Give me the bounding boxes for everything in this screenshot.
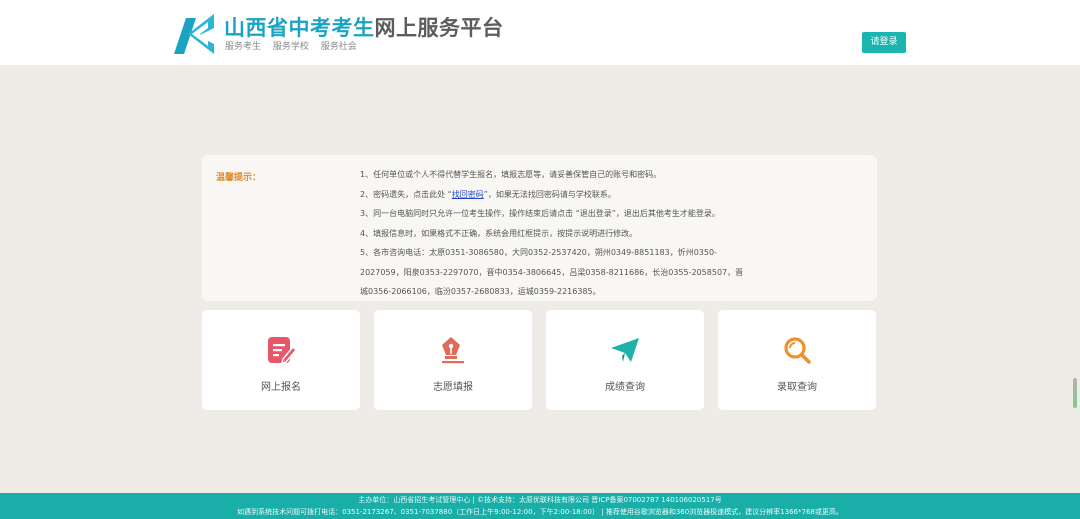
header: 山西省中考考生网上服务平台 服务考生 服务学校 服务社会 请登录 [0, 0, 1080, 65]
scrollbar-thumb[interactable] [1073, 378, 1077, 408]
card-label: 网上报名 [261, 382, 301, 393]
footer-line: 如遇到系统技术问题可拨打电话：0351-2173267、0351-7037880… [237, 508, 843, 516]
notice-item: 5、各市咨询电话：太原0351-3086580，大同0352-2537420，朔… [360, 248, 717, 257]
notice-list: 1、任何单位或个人不得代替学生报名，填报志愿等，请妥善保管自己的账号和密码。 2… [360, 165, 760, 302]
notice-panel: 温馨提示： 1、任何单位或个人不得代替学生报名，填报志愿等，请妥善保管自己的账号… [202, 155, 877, 301]
notice-label: 温馨提示： [216, 173, 262, 183]
recover-password-link[interactable]: 找回密码 [452, 190, 484, 199]
notice-item: 3、同一台电脑同时只允许一位考生操作，操作结束后请点击 “退出登录”，退出后其他… [360, 209, 720, 218]
card-application-fill[interactable]: 志愿填报 [374, 310, 532, 410]
footer-line: 主办单位：山西省招生考试管理中心 | ©技术支持：太原优联科技有限公司 晋ICP… [358, 496, 722, 504]
site-title-colored: 山西省中考考生 [224, 16, 375, 40]
subtitle-item: 服务考生 [225, 42, 262, 52]
subtitle-item: 服务学校 [272, 42, 309, 52]
site-subtitle: 服务考生 服务学校 服务社会 [225, 42, 366, 53]
card-label: 志愿填报 [433, 382, 473, 393]
login-button[interactable]: 请登录 [862, 32, 906, 53]
pen-nib-icon [442, 337, 464, 364]
notice-item-text: 2、密码遗失，点击此处 “ [360, 189, 452, 199]
card-admission-query[interactable]: 录取查询 [718, 310, 876, 410]
notice-item-text: ”，如果无法找回密码请与学校联系。 [483, 189, 616, 199]
notice-item: 2、密码遗失，点击此处 “找回密码”，如果无法找回密码请与学校联系。 [360, 185, 760, 205]
card-online-registration[interactable]: 网上报名 [202, 310, 360, 410]
notice-item: 1、任何单位或个人不得代替学生报名，填报志愿等，请妥善保管自己的账号和密码。 [360, 170, 662, 179]
edit-form-icon [268, 337, 296, 365]
notice-item: 4、填报信息时，如果格式不正确，系统会用红框提示，按提示说明进行修改。 [360, 228, 638, 238]
card-label: 录取查询 [777, 382, 817, 393]
card-score-query[interactable]: 成绩查询 [546, 310, 704, 410]
logo-icon [174, 14, 214, 54]
subtitle-item: 服务社会 [320, 42, 357, 52]
site-title-plain: 网上服务平台 [374, 16, 504, 40]
site-title: 山西省中考考生网上服务平台 [224, 15, 504, 41]
notice-item: 2027059，阳泉0353-2297070，晋中0354-3806645，吕梁… [360, 267, 744, 277]
magnifier-icon [784, 337, 811, 364]
paper-plane-icon [611, 338, 639, 362]
notice-item: 城0356-2066106，临汾0357-2680833，运城0359-2216… [360, 287, 601, 296]
footer: 主办单位：山西省招生考试管理中心 | ©技术支持：太原优联科技有限公司 晋ICP… [0, 493, 1080, 519]
card-label: 成绩查询 [605, 382, 645, 393]
